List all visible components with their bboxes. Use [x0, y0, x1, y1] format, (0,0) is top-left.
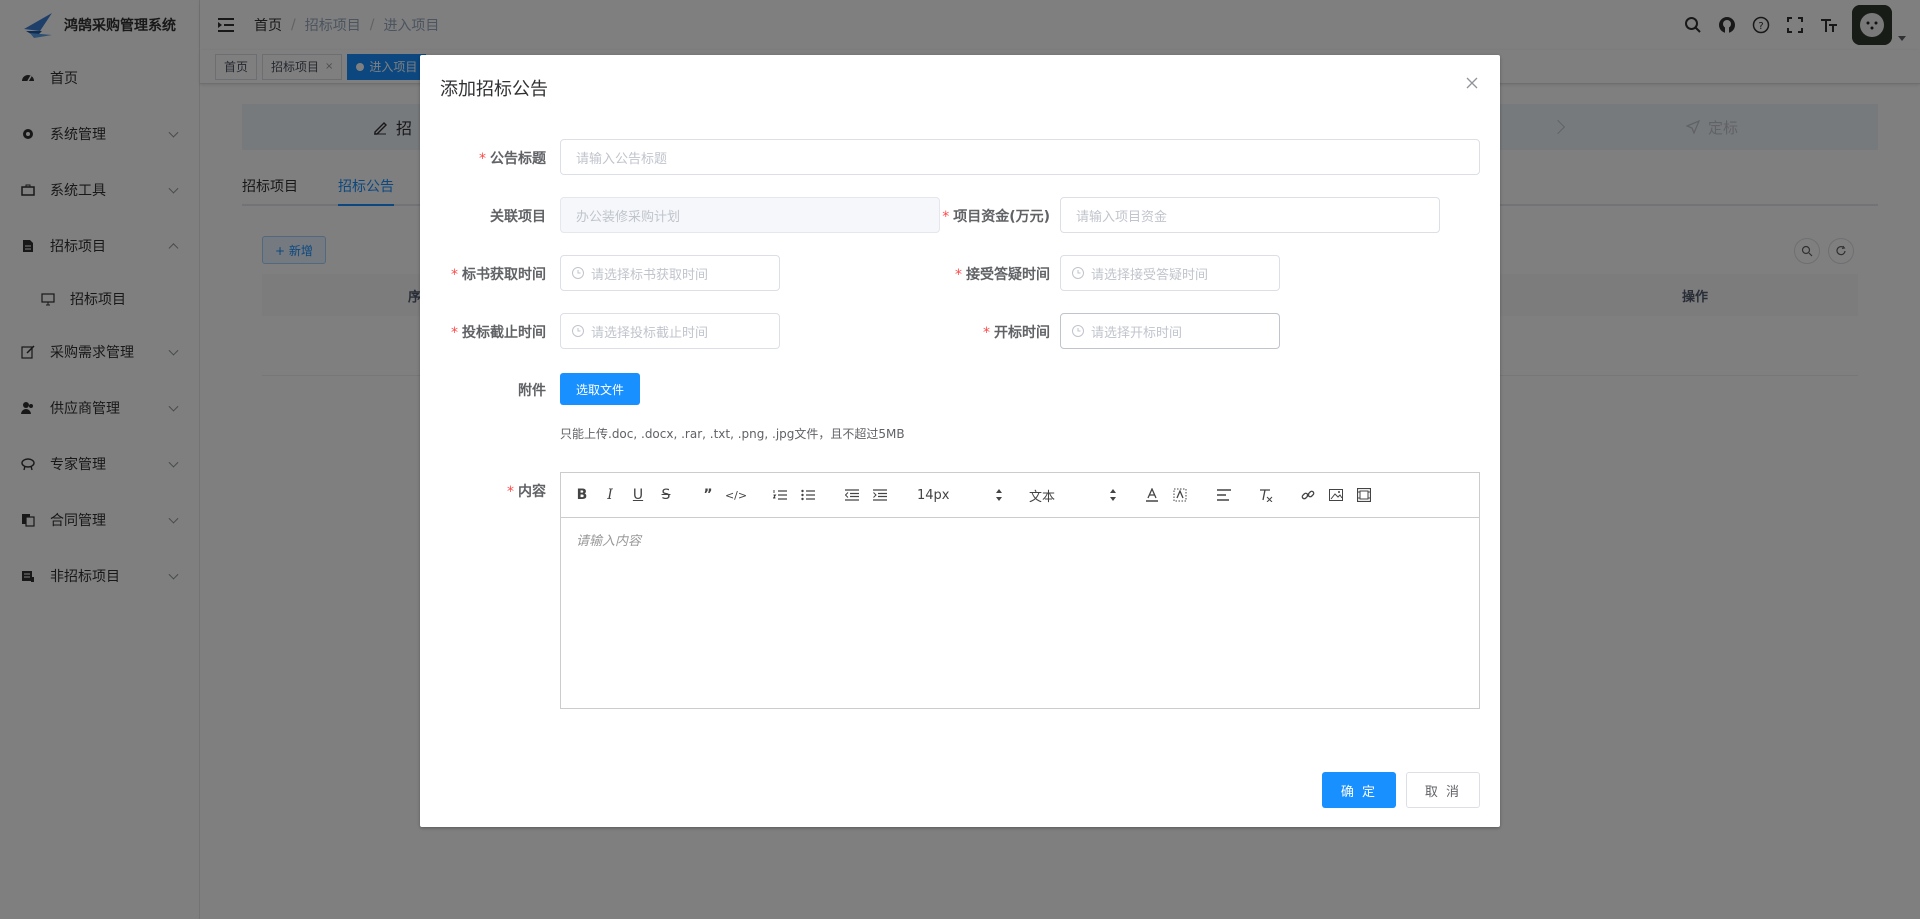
- dialog-title: 添加招标公告: [440, 79, 548, 100]
- deadline-picker[interactable]: 请选择投标截止时间: [560, 313, 780, 349]
- add-notice-dialog: 添加招标公告 * 公告标题 请输入公告标题 关联项目 办公装修采购计划 * 项目资金…: [420, 55, 1500, 827]
- bold-icon[interactable]: B: [573, 486, 591, 504]
- deadline-label: * 投标截止时间: [451, 325, 546, 341]
- indent-icon[interactable]: [871, 486, 889, 504]
- editor-toolbar: B I U S ” </> 14px 文本: [561, 473, 1479, 518]
- italic-icon[interactable]: I: [601, 486, 619, 504]
- strikethrough-icon[interactable]: S: [657, 486, 675, 504]
- align-icon[interactable]: [1215, 486, 1233, 504]
- outdent-icon[interactable]: [843, 486, 861, 504]
- font-size-select[interactable]: 14px: [917, 485, 1003, 505]
- bullet-list-icon[interactable]: [799, 486, 817, 504]
- ordered-list-icon[interactable]: [771, 486, 789, 504]
- select-file-button[interactable]: 选取文件: [560, 373, 640, 405]
- clock-icon: [572, 325, 584, 337]
- clock-icon: [1072, 267, 1084, 279]
- background-color-icon[interactable]: [1171, 486, 1189, 504]
- confirm-button[interactable]: 确 定: [1322, 772, 1396, 808]
- blockquote-icon[interactable]: ”: [699, 486, 717, 504]
- clear-format-icon[interactable]: [1257, 486, 1275, 504]
- underline-icon[interactable]: U: [629, 486, 647, 504]
- title-label: * 公告标题: [479, 151, 546, 167]
- editor-content[interactable]: 请输入内容: [561, 518, 1479, 561]
- video-icon[interactable]: [1355, 486, 1373, 504]
- qa-time-picker[interactable]: 请选择接受答疑时间: [1060, 255, 1280, 291]
- clock-icon: [572, 267, 584, 279]
- link-icon[interactable]: [1299, 486, 1317, 504]
- upload-tip: 只能上传.doc, .docx, .rar, .txt, .png, .jpg文…: [560, 427, 905, 441]
- content-label: * 内容: [507, 484, 546, 500]
- heading-select[interactable]: 文本: [1029, 485, 1117, 505]
- attachment-label: 附件: [518, 383, 546, 399]
- project-field: 办公装修采购计划: [560, 197, 940, 233]
- cancel-button[interactable]: 取 消: [1406, 772, 1480, 808]
- qa-time-label: * 接受答疑时间: [955, 267, 1050, 283]
- project-label: 关联项目: [490, 209, 546, 225]
- open-time-picker[interactable]: 请选择开标时间: [1060, 313, 1280, 349]
- code-block-icon[interactable]: </>: [725, 486, 747, 504]
- image-icon[interactable]: [1327, 486, 1345, 504]
- clock-icon: [1072, 325, 1084, 337]
- doc-time-picker[interactable]: 请选择标书获取时间: [560, 255, 780, 291]
- rich-text-editor: B I U S ” </> 14px 文本 请输入内容: [560, 472, 1480, 709]
- close-icon[interactable]: [1464, 75, 1480, 91]
- sort-arrows-icon: [1110, 489, 1116, 501]
- title-input[interactable]: 请输入公告标题: [560, 139, 1480, 175]
- doc-time-label: * 标书获取时间: [451, 267, 546, 283]
- sort-arrows-icon: [996, 489, 1002, 501]
- open-time-label: * 开标时间: [983, 325, 1050, 341]
- funds-input[interactable]: 请输入项目资金: [1060, 197, 1440, 233]
- text-color-icon[interactable]: [1143, 486, 1161, 504]
- funds-label: * 项目资金(万元): [942, 209, 1050, 225]
